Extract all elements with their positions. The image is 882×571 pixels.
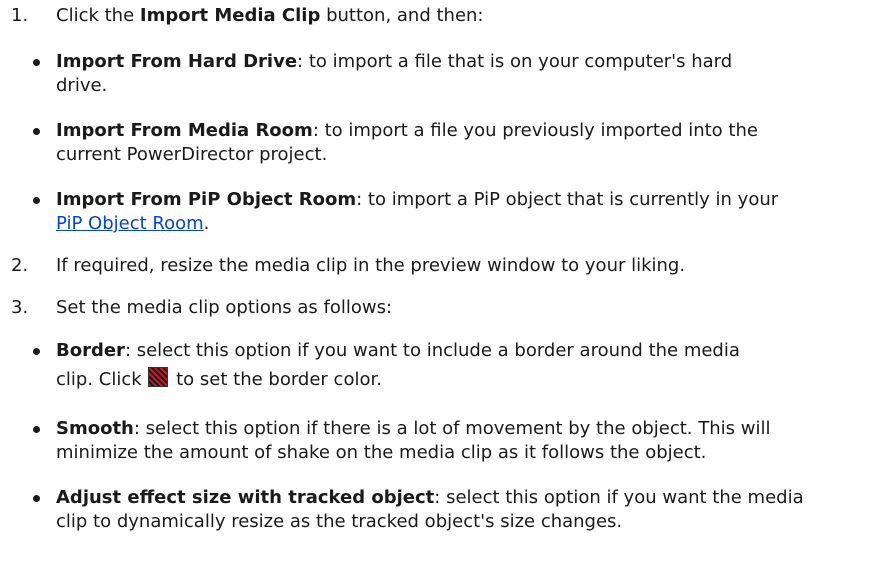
bullet-icon — [33, 59, 40, 66]
bullet-icon — [33, 495, 40, 502]
option-title: Smooth — [56, 418, 134, 439]
step-number: 2. — [11, 255, 29, 276]
step-text: Set the media clip options as follows: — [56, 297, 393, 318]
option-title: Import From Hard Drive — [56, 51, 298, 72]
bullet-icon — [33, 128, 40, 135]
step-text: If required, resize the media clip in th… — [56, 255, 686, 276]
option-title: Border — [56, 340, 125, 361]
step-number: 3. — [11, 297, 29, 318]
border-color-swatch-icon[interactable] — [148, 367, 169, 387]
option-title: Import From PiP Object Room — [56, 189, 357, 210]
import-media-clip-label: Import Media Clip — [139, 5, 321, 26]
bullet-icon — [33, 197, 40, 204]
bullet-icon — [33, 348, 40, 355]
pip-object-room-link[interactable]: PiP Object Room — [56, 213, 204, 234]
step-number: 1. — [11, 5, 29, 26]
step-text: Click the Import Media Clip button, and … — [56, 5, 484, 26]
bullet-icon — [33, 426, 40, 433]
option-title: Adjust effect size with tracked object — [56, 487, 435, 508]
option-title: Import From Media Room — [56, 120, 313, 141]
